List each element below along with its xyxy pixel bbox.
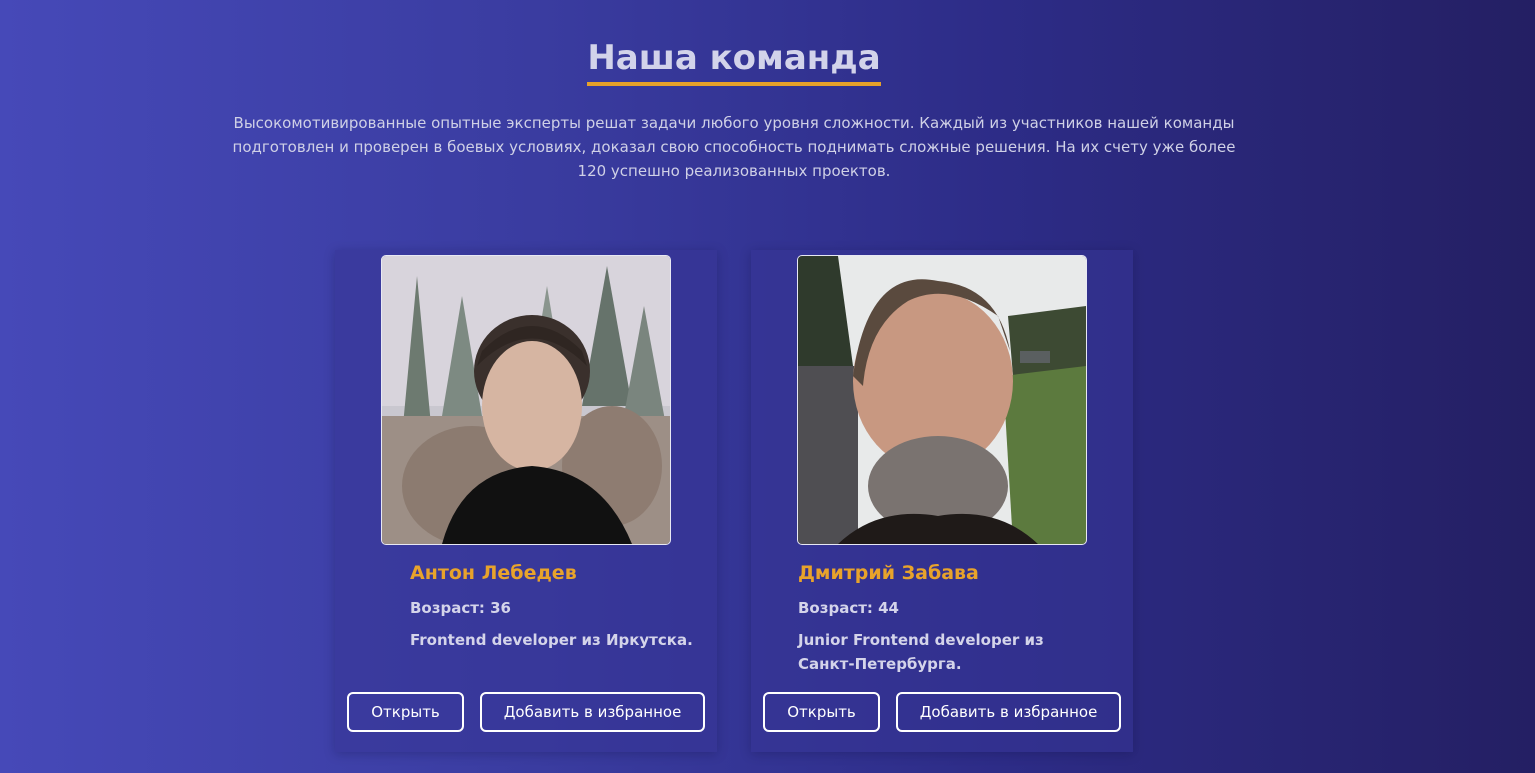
section-header: Наша команда	[0, 36, 1468, 86]
member-name: Антон Лебедев	[410, 562, 577, 584]
open-button[interactable]: Открыть	[347, 692, 464, 732]
member-role: Junior Frontend developer из Санкт-Петер…	[798, 631, 1044, 673]
page-title: Наша команда	[587, 36, 881, 86]
member-age: Возраст: 44	[798, 599, 899, 617]
member-photo-image	[382, 256, 670, 544]
member-name: Дмитрий Забава	[798, 562, 979, 584]
team-member-card: Дмитрий Забава Возраст: 44 Junior Fronte…	[751, 250, 1133, 752]
add-to-favorites-button[interactable]: Добавить в избранное	[896, 692, 1121, 732]
member-age: Возраст: 36	[410, 599, 511, 617]
member-role: Frontend developer из Иркутска.	[410, 631, 693, 649]
member-photo-image	[798, 256, 1086, 544]
team-member-card: Антон Лебедев Возраст: 36 Frontend devel…	[335, 250, 717, 752]
section-description: Высокомотивированные опытные эксперты ре…	[232, 114, 1236, 180]
open-button[interactable]: Открыть	[763, 692, 880, 732]
member-photo	[381, 255, 671, 545]
add-to-favorites-button[interactable]: Добавить в избранное	[480, 692, 705, 732]
member-photo	[797, 255, 1087, 545]
